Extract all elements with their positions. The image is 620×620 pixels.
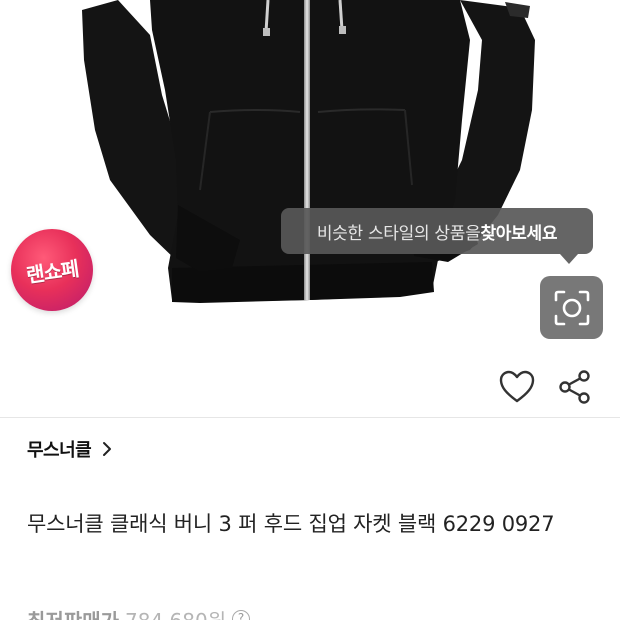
lowest-price-label: 최저판매가 (27, 605, 119, 620)
visual-search-button[interactable] (540, 276, 603, 339)
product-title: 무스너클 클래식 버니 3 퍼 후드 집업 자켓 블랙 6229 0927 (27, 512, 555, 536)
brand-name: 무스너클 (27, 440, 92, 461)
lowest-price-row: 최저판매가 784,680원 ? (27, 604, 251, 620)
tooltip-text: 비슷한 스타일의 상품을 (316, 223, 481, 244)
heart-icon (499, 370, 535, 403)
chevron-right-icon (103, 442, 112, 456)
share-icon (559, 370, 590, 404)
lowest-price-value: 784,680원 (125, 605, 226, 620)
section-divider (0, 417, 620, 418)
brand-link[interactable]: 무스너클 (27, 435, 113, 463)
tooltip-highlight: 찾아보세요 (480, 223, 558, 244)
promo-badge-label: 랜쇼페 (24, 255, 80, 288)
camera-lens-icon (554, 290, 589, 325)
promo-badge[interactable]: 랜쇼페 (11, 229, 93, 311)
tooltip-arrow (560, 254, 578, 264)
product-detail-page: 랜쇼페 비슷한 스타일의 상품을 찾아보세요 무스너클 무스너클 클래식 버니 … (0, 0, 620, 620)
similar-style-tooltip: 비슷한 스타일의 상품을 찾아보세요 (281, 208, 593, 254)
hoodie-illustration (82, 0, 535, 303)
like-button[interactable] (498, 369, 536, 405)
share-button[interactable] (558, 369, 592, 405)
info-icon[interactable]: ? (232, 610, 251, 620)
product-image[interactable] (0, 0, 620, 360)
